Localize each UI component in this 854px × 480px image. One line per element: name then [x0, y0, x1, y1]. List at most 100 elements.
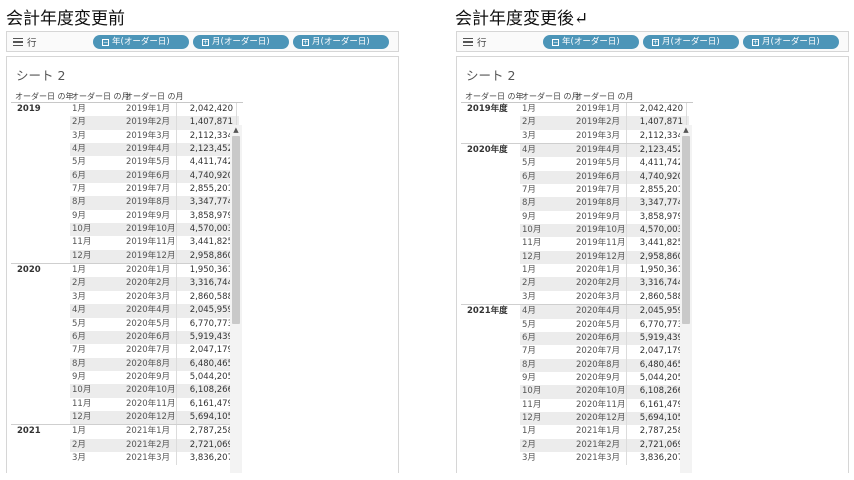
column-divider — [626, 290, 627, 305]
month-cell: 12月 — [72, 411, 92, 422]
year-month-cell: 2020年12月 — [576, 412, 626, 423]
column-divider — [176, 169, 177, 184]
value-cell: 2,123,452 — [189, 144, 233, 155]
table-row[interactable]: 2月 2019年2月 1,407,871 — [457, 116, 689, 130]
table-row[interactable]: 12月 2020年12月 5,694,105 — [457, 411, 689, 426]
vertical-scrollbar[interactable]: ▲ ▼ — [230, 125, 242, 473]
rows-shelf: 行 − 年(オーダー日) + 月(オーダー日) + 月(オーダー日) — [456, 31, 849, 52]
table-row[interactable]: 5月 2020年5月 6,770,773 — [7, 317, 239, 331]
table-row[interactable]: 2月 2021年2月 2,721,069 — [457, 438, 689, 452]
sheet-title: シート 2 — [466, 68, 516, 83]
table-row[interactable]: 10月 2020年10月 6,108,266 — [457, 385, 689, 399]
col-header-month-2: オーダー日 の月 — [575, 92, 634, 101]
table-row[interactable]: 12月 2020年12月 5,694,105 — [7, 410, 239, 425]
table-row[interactable]: 6月 2020年6月 5,919,439 — [457, 331, 689, 346]
month-row-cells: 9月 2019年9月 3,858,979 — [520, 210, 689, 225]
table-row[interactable]: 2月 2020年2月 3,316,744 — [7, 277, 239, 291]
value-cell: 2,042,420 — [639, 104, 683, 114]
table-row[interactable]: 8月 2019年8月 3,347,774 — [457, 197, 689, 211]
table-row[interactable]: 9月 2019年9月 3,858,979 — [457, 210, 689, 225]
month-row-cells: 12月 2020年12月 5,694,105 — [520, 411, 689, 426]
month-row-cells: 10月 2020年10月 6,108,266 — [520, 385, 689, 399]
month-row-cells: 5月 2019年5月 4,411,742 — [520, 157, 689, 171]
month-cell: 8月 — [72, 358, 86, 369]
table-row[interactable]: 3月 2020年3月 2,860,588 — [7, 290, 239, 305]
pill-month-order-date-2[interactable]: + 月(オーダー日) — [743, 35, 839, 49]
table-row[interactable]: 2月 2021年2月 2,721,069 — [7, 438, 239, 452]
table-row[interactable]: 10月 2020年10月 6,108,266 — [7, 384, 239, 398]
table-row[interactable]: 5月 2019年5月 4,411,742 — [7, 156, 239, 170]
table-row[interactable]: 11月 2020年11月 6,161,479 — [7, 397, 239, 411]
value-cell: 3,316,744 — [189, 278, 233, 289]
table-row[interactable]: 5月 2019年5月 4,411,742 — [457, 157, 689, 171]
table-row[interactable]: 10月 2019年10月 4,570,003 — [457, 224, 689, 238]
table-row[interactable]: 9月 2020年9月 5,044,205 — [7, 370, 239, 385]
table-row[interactable]: 12月 2019年12月 2,958,860 — [7, 249, 239, 264]
pill-year-order-date[interactable]: − 年(オーダー日) — [543, 35, 639, 49]
column-divider — [176, 236, 177, 250]
scroll-thumb[interactable] — [232, 136, 240, 324]
table-row[interactable]: 2020年度 4月 2019年4月 2,123,452 — [457, 144, 689, 158]
date-box-icon: + — [202, 39, 209, 46]
table-row[interactable]: 3月 2021年3月 3,836,207 — [457, 451, 689, 466]
year-month-cell: 2019年7月 — [576, 185, 621, 196]
pill-year-order-date[interactable]: − 年(オーダー日) — [93, 35, 189, 49]
table-row[interactable]: 6月 2019年6月 4,740,920 — [457, 170, 689, 185]
table-row[interactable]: 11月 2020年11月 6,161,479 — [457, 398, 689, 412]
month-cell: 11月 — [522, 238, 542, 249]
table-row[interactable]: 8月 2019年8月 3,347,774 — [7, 196, 239, 210]
table-row[interactable]: 2019年度 1月 2019年1月 2,042,420 — [457, 103, 689, 117]
table-row[interactable]: 2月 2019年2月 1,407,871 — [7, 116, 239, 130]
table-row[interactable]: 8月 2020年8月 6,480,465 — [7, 357, 239, 371]
pill-month-order-date[interactable]: + 月(オーダー日) — [193, 35, 289, 49]
column-divider — [176, 264, 177, 278]
table-row[interactable]: 4月 2019年4月 2,123,452 — [7, 143, 239, 157]
month-row-cells: 7月 2020年7月 2,047,179 — [70, 344, 239, 358]
year-month-cell: 2020年6月 — [126, 331, 171, 342]
month-cell: 4月 — [72, 144, 86, 155]
scroll-thumb[interactable] — [682, 136, 690, 324]
month-row-cells: 7月 2019年7月 2,855,201 — [70, 183, 239, 197]
table-row[interactable]: 5月 2020年5月 6,770,773 — [457, 318, 689, 332]
month-cell: 3月 — [72, 291, 86, 302]
table-row[interactable]: 9月 2020年9月 5,044,205 — [457, 371, 689, 386]
table-row[interactable]: 7月 2020年7月 2,047,179 — [7, 344, 239, 358]
table-row[interactable]: 10月 2019年10月 4,570,003 — [7, 223, 239, 237]
column-divider — [626, 345, 627, 359]
table-row[interactable]: 6月 2019年6月 4,740,920 — [7, 169, 239, 184]
table-row[interactable]: 7月 2019年7月 2,855,201 — [7, 183, 239, 197]
year-month-cell: 2020年11月 — [126, 398, 176, 409]
table-row[interactable]: 4月 2020年4月 2,045,959 — [7, 304, 239, 318]
table-row[interactable]: 2020 1月 2020年1月 1,950,361 — [7, 264, 239, 278]
table-row[interactable]: 3月 2021年3月 3,836,207 — [7, 451, 239, 466]
year-month-cell: 2019年12月 — [576, 251, 626, 262]
table-row[interactable]: 12月 2019年12月 2,958,860 — [457, 250, 689, 265]
pill-month-order-date[interactable]: + 月(オーダー日) — [643, 35, 739, 49]
table-row[interactable]: 11月 2019年11月 3,441,825 — [457, 237, 689, 251]
table-row[interactable]: 7月 2019年7月 2,855,201 — [457, 184, 689, 198]
table-row[interactable]: 11月 2019年11月 3,441,825 — [7, 236, 239, 250]
table-row[interactable]: 2月 2020年2月 3,316,744 — [457, 277, 689, 291]
table-row[interactable]: 3月 2019年3月 2,112,334 — [457, 129, 689, 144]
month-cell: 9月 — [72, 371, 86, 382]
table-row[interactable]: 3月 2020年3月 2,860,588 — [457, 290, 689, 305]
pill-month-order-date-2[interactable]: + 月(オーダー日) — [293, 35, 389, 49]
month-cell: 9月 — [72, 210, 86, 221]
table-row[interactable]: 6月 2020年6月 5,919,439 — [7, 330, 239, 345]
table-row[interactable]: 7月 2020年7月 2,047,179 — [457, 345, 689, 359]
year-month-cell: 2019年12月 — [126, 250, 176, 261]
column-divider — [176, 370, 177, 385]
vertical-scrollbar[interactable]: ▲ ▼ — [680, 125, 692, 473]
table-row[interactable]: 1月 2021年1月 2,787,258 — [457, 425, 689, 439]
table-row[interactable]: 8月 2020年8月 6,480,465 — [457, 358, 689, 372]
table-row[interactable]: 2019 1月 2019年1月 2,042,420 — [7, 103, 239, 117]
table-row[interactable]: 2021年度 4月 2020年4月 2,045,959 — [457, 305, 689, 319]
value-cell: 3,836,207 — [189, 452, 233, 463]
table-row[interactable]: 1月 2020年1月 1,950,361 — [457, 264, 689, 278]
table-row[interactable]: 3月 2019年3月 2,112,334 — [7, 129, 239, 144]
table-row[interactable]: 2021 1月 2021年1月 2,787,258 — [7, 425, 239, 439]
value-cell: 3,836,207 — [639, 452, 683, 463]
table-row[interactable]: 9月 2019年9月 3,858,979 — [7, 209, 239, 224]
scroll-up-icon[interactable]: ▲ — [680, 125, 692, 135]
scroll-up-icon[interactable]: ▲ — [230, 125, 242, 135]
